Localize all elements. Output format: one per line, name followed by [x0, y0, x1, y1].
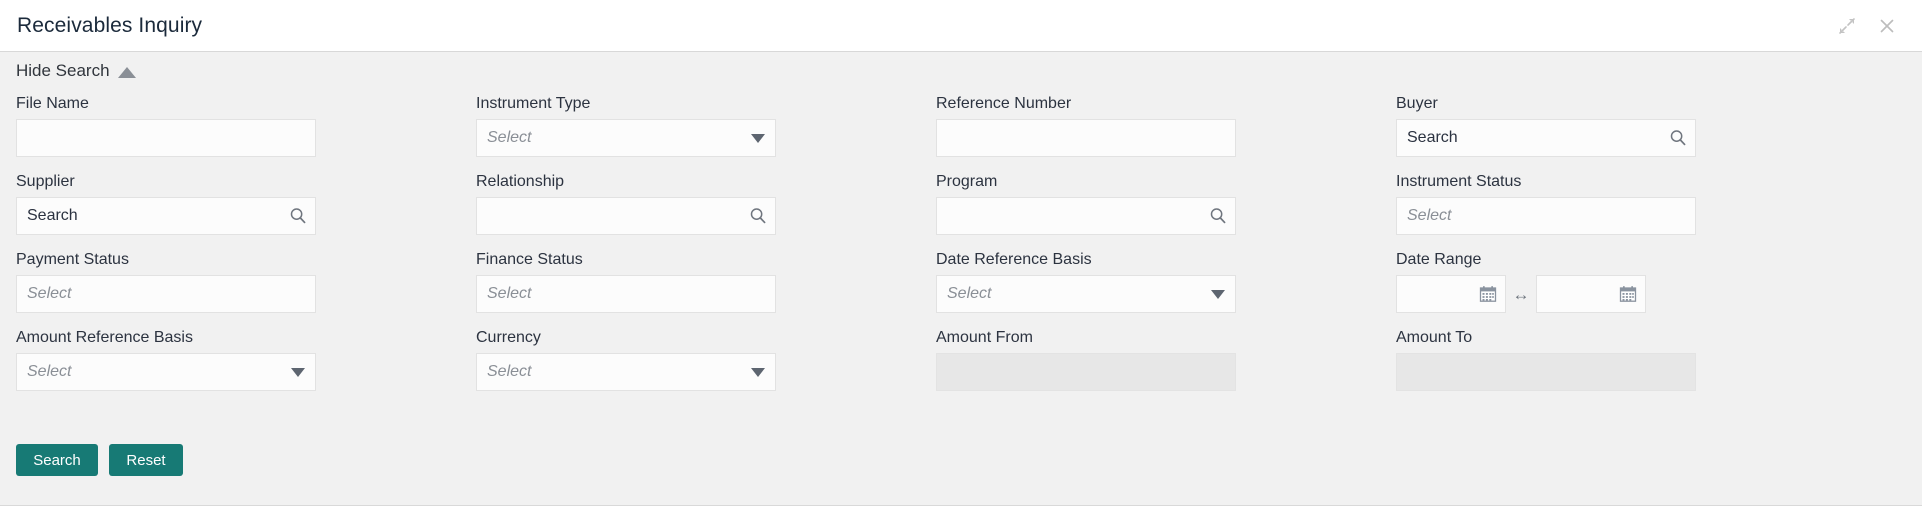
buyer-input[interactable]: Search — [1396, 119, 1696, 157]
window-titlebar: Receivables Inquiry — [0, 0, 1922, 52]
supplier-value: Search — [17, 207, 281, 225]
field-label: Amount From — [936, 329, 1396, 347]
page-title: Receivables Inquiry — [17, 14, 202, 38]
hide-search-label: Hide Search — [16, 61, 110, 81]
date-to-input[interactable] — [1536, 275, 1646, 313]
window-actions — [1834, 13, 1900, 39]
finance-status-input[interactable]: Select — [476, 275, 776, 313]
file-name-input[interactable] — [16, 119, 316, 157]
field-instrument-type: Instrument Type Select — [476, 95, 936, 157]
payment-status-input[interactable]: Select — [16, 275, 316, 313]
instrument-type-value: Select — [477, 129, 751, 147]
finance-status-value: Select — [477, 285, 775, 303]
field-row: Payment StatusSelectFinance StatusSelect… — [16, 251, 1746, 313]
field-relationship: Relationship — [476, 173, 936, 235]
amount-from-input — [936, 353, 1236, 391]
field-row: File NameInstrument Type Select Reference … — [16, 95, 1746, 157]
payment-status-value: Select — [17, 285, 315, 303]
buyer-value: Search — [1397, 129, 1661, 147]
field-program: Program — [936, 173, 1396, 235]
field-instrument-status: Instrument Status Select — [1396, 173, 1856, 235]
field-reference-number: Reference Number — [936, 95, 1396, 157]
field-amount-reference-basis: Amount Reference Basis Select — [16, 329, 476, 391]
field-currency: Currency Select — [476, 329, 936, 391]
field-row: Amount Reference BasisSelectCurrencySele… — [16, 329, 1746, 391]
date-reference-basis-input[interactable]: Select — [936, 275, 1236, 313]
daterange-control: ↔ — [1396, 275, 1856, 313]
caret-down-icon[interactable] — [291, 368, 305, 377]
range-separator-icon: ↔ — [1506, 286, 1536, 303]
field-label: Date Range — [1396, 251, 1856, 269]
caret-up-icon — [118, 67, 136, 78]
field-label: Amount To — [1396, 329, 1856, 347]
date-from-input[interactable] — [1396, 275, 1506, 313]
field-label: Program — [936, 173, 1396, 191]
field-date-range: Date Range ↔ — [1396, 251, 1856, 313]
field-row: SupplierSearchRelationshipProgramInstrum… — [16, 173, 1746, 235]
reference-number-input[interactable] — [936, 119, 1236, 157]
caret-down-icon[interactable] — [751, 134, 765, 143]
search-icon[interactable] — [1201, 198, 1235, 234]
calendar-icon[interactable] — [1471, 276, 1505, 312]
close-icon[interactable] — [1874, 13, 1900, 39]
field-amount-to: Amount To — [1396, 329, 1856, 391]
caret-down-icon[interactable] — [1211, 290, 1225, 299]
field-file-name: File Name — [16, 95, 476, 157]
instrument-status-input[interactable]: Select — [1396, 197, 1696, 235]
field-buyer: Buyer Search — [1396, 95, 1856, 157]
field-label: Instrument Status — [1396, 173, 1856, 191]
field-date-reference-basis: Date Reference Basis Select — [936, 251, 1396, 313]
search-icon[interactable] — [741, 198, 775, 234]
date-reference-basis-value: Select — [937, 285, 1211, 303]
search-icon[interactable] — [281, 198, 315, 234]
field-label: Relationship — [476, 173, 936, 191]
currency-value: Select — [477, 363, 751, 381]
amount-to-input — [1396, 353, 1696, 391]
hide-search-toggle[interactable]: Hide Search — [16, 61, 136, 81]
field-label: File Name — [16, 95, 476, 113]
receivables-inquiry-page: Receivables Inquiry — [0, 0, 1922, 506]
relationship-input[interactable] — [476, 197, 776, 235]
field-label: Supplier — [16, 173, 476, 191]
form-actions: Search Reset — [16, 444, 183, 476]
reset-button[interactable]: Reset — [109, 444, 183, 476]
currency-input[interactable]: Select — [476, 353, 776, 391]
search-fields-grid: File NameInstrument Type Select Reference … — [16, 95, 1746, 407]
field-label: Buyer — [1396, 95, 1856, 113]
amount-reference-basis-input[interactable]: Select — [16, 353, 316, 391]
field-finance-status: Finance Status Select — [476, 251, 936, 313]
calendar-icon[interactable] — [1611, 276, 1645, 312]
collapse-arrows-icon[interactable] — [1834, 13, 1860, 39]
field-label: Instrument Type — [476, 95, 936, 113]
instrument-type-input[interactable]: Select — [476, 119, 776, 157]
caret-down-icon[interactable] — [751, 368, 765, 377]
field-label: Reference Number — [936, 95, 1396, 113]
search-panel: Hide Search File NameInstrument Type Sele… — [0, 52, 1922, 506]
field-label: Finance Status — [476, 251, 936, 269]
field-label: Currency — [476, 329, 936, 347]
search-icon[interactable] — [1661, 120, 1695, 156]
field-supplier: Supplier Search — [16, 173, 476, 235]
program-input[interactable] — [936, 197, 1236, 235]
field-label: Amount Reference Basis — [16, 329, 476, 347]
field-label: Date Reference Basis — [936, 251, 1396, 269]
amount-reference-basis-value: Select — [17, 363, 291, 381]
field-amount-from: Amount From — [936, 329, 1396, 391]
field-label: Payment Status — [16, 251, 476, 269]
instrument-status-value: Select — [1397, 207, 1695, 225]
supplier-input[interactable]: Search — [16, 197, 316, 235]
field-payment-status: Payment Status Select — [16, 251, 476, 313]
search-button[interactable]: Search — [16, 444, 98, 476]
